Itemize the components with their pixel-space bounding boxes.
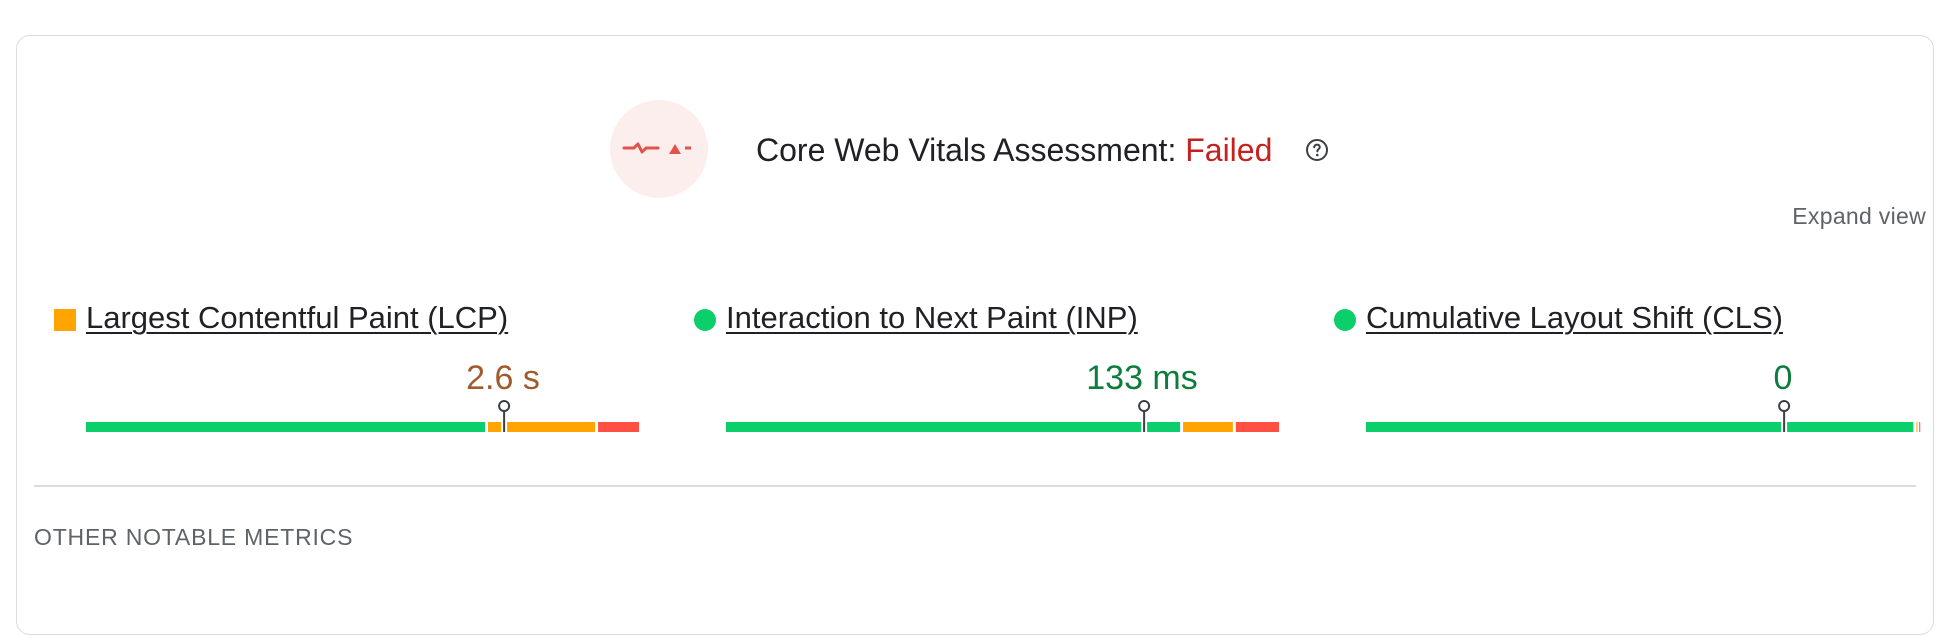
metric-lcp-distribution-bar xyxy=(86,400,639,432)
p75-marker-icon xyxy=(1138,400,1151,412)
metric-inp-value: 133 ms xyxy=(1086,359,1198,397)
help-icon[interactable] xyxy=(1305,138,1329,162)
needs-improvement-indicator-icon xyxy=(54,309,76,331)
good-segment xyxy=(1366,422,1782,432)
p75-marker-icon xyxy=(498,400,511,412)
assessment-title-prefix: Core Web Vitals Assessment: xyxy=(756,132,1186,168)
expand-view-button[interactable]: Expand view xyxy=(1792,203,1926,230)
poor-segment xyxy=(1919,422,1921,432)
p75-marker-icon xyxy=(1778,400,1791,412)
metric-cls-value: 0 xyxy=(1773,359,1793,397)
other-notable-metrics-heading: OTHER NOTABLE METRICS xyxy=(34,524,354,550)
assessment-header: Core Web Vitals Assessment: Failed xyxy=(610,100,1370,200)
metric-inp: Interaction to Next Paint (INP) 133 ms xyxy=(694,298,1294,438)
needs-improvement-segment xyxy=(507,422,596,432)
metric-cls-link[interactable]: Cumulative Layout Shift (CLS) xyxy=(1366,298,1783,338)
metric-cls: Cumulative Layout Shift (CLS) 0 xyxy=(1334,298,1934,438)
good-segment xyxy=(86,422,485,432)
good-indicator-icon xyxy=(694,309,716,331)
cwv-failed-icon xyxy=(622,142,691,154)
assessment-status: Failed xyxy=(1185,132,1273,168)
needs-improvement-segment xyxy=(487,422,502,432)
poor-segment xyxy=(1235,422,1279,432)
needs-improvement-segment xyxy=(1183,422,1233,432)
assessment-badge xyxy=(610,100,708,198)
needs-improvement-segment xyxy=(1916,422,1918,432)
metric-lcp-value: 2.6 s xyxy=(466,359,540,397)
metric-cls-distribution-bar xyxy=(1366,400,1921,432)
metric-lcp: Largest Contentful Paint (LCP) 2.6 s xyxy=(54,298,654,438)
assessment-title: Core Web Vitals Assessment: Failed xyxy=(756,130,1272,170)
good-segment xyxy=(1147,422,1181,432)
good-segment xyxy=(726,422,1142,432)
metric-inp-link[interactable]: Interaction to Next Paint (INP) xyxy=(726,298,1138,338)
good-segment xyxy=(1787,422,1914,432)
metric-lcp-link[interactable]: Largest Contentful Paint (LCP) xyxy=(86,298,508,338)
good-indicator-icon xyxy=(1334,309,1356,331)
metric-inp-distribution-bar xyxy=(726,400,1279,432)
section-divider xyxy=(34,485,1916,487)
poor-segment xyxy=(598,422,639,432)
